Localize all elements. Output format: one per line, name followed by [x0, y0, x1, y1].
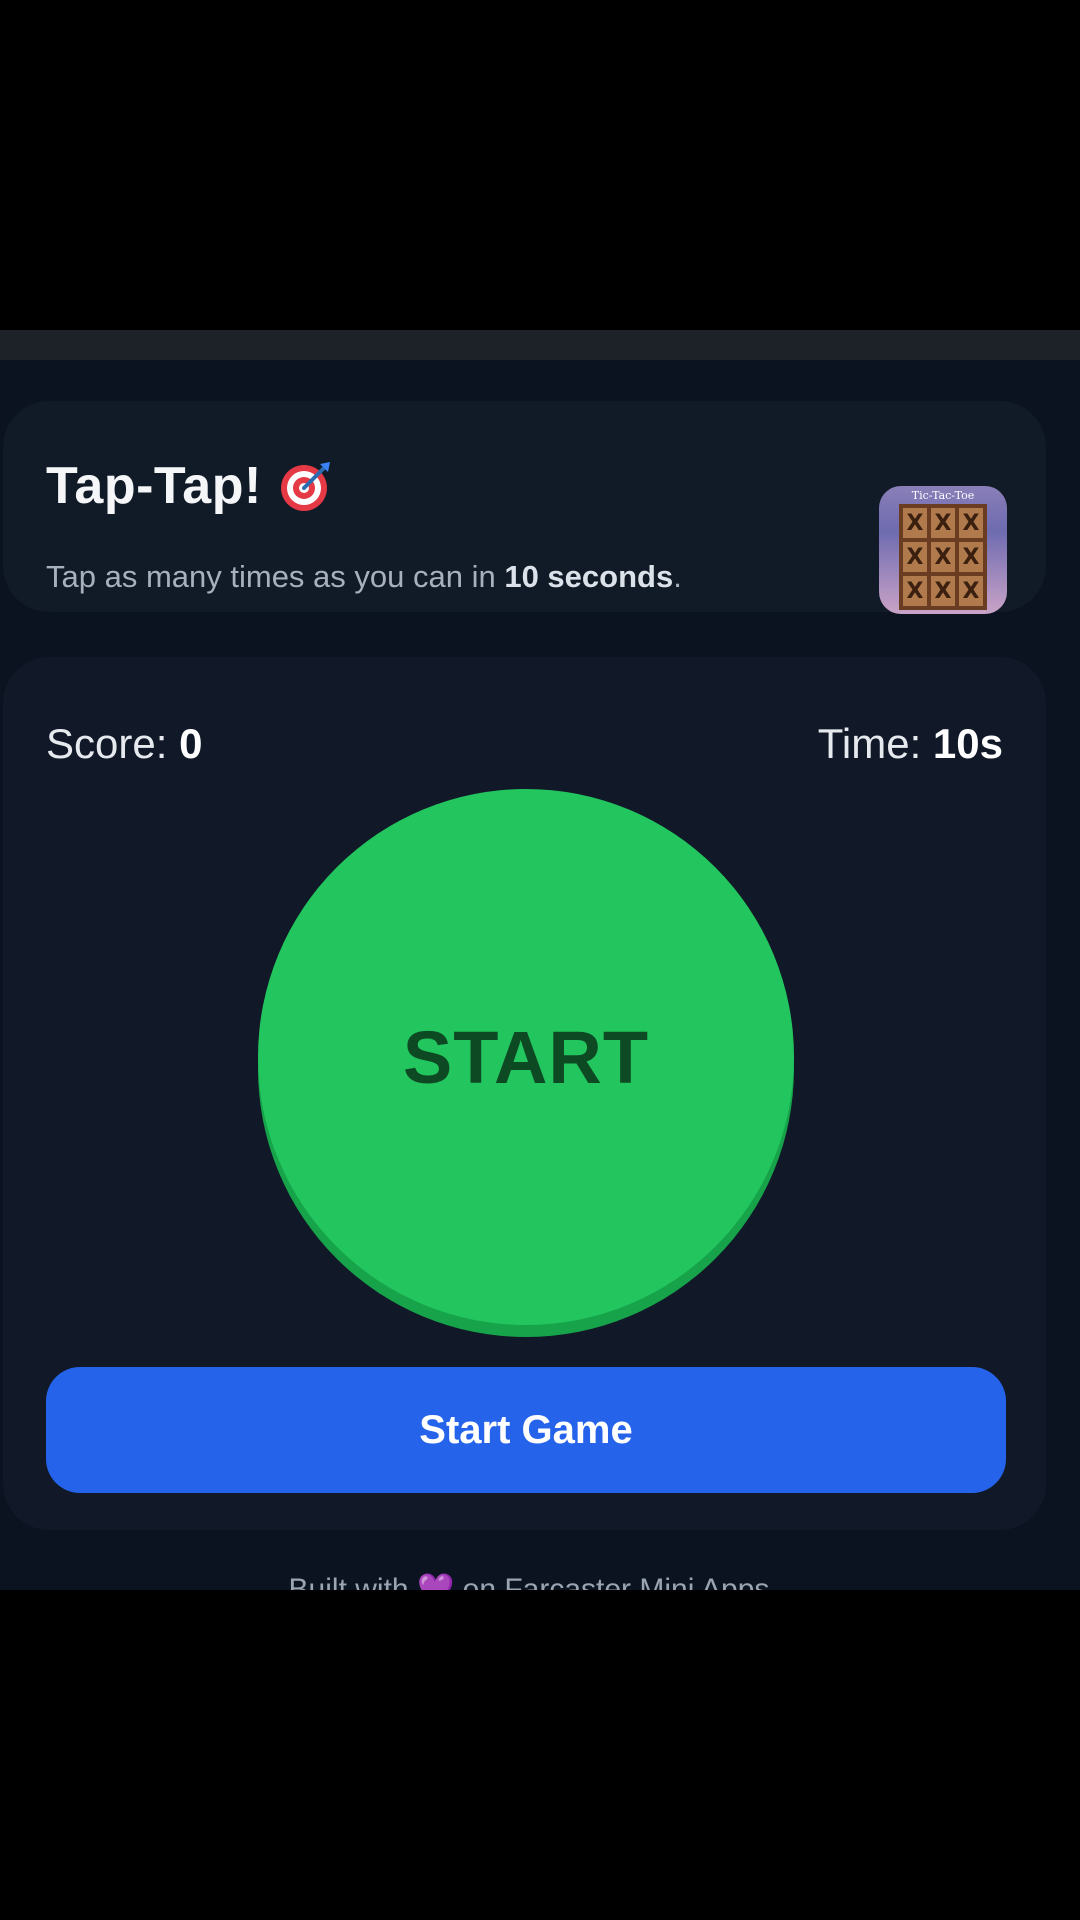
heart-icon: 💜 [416, 1573, 455, 1590]
app-icon-label: Tic-Tac-Toe [911, 489, 975, 502]
board-cell: X [931, 542, 955, 572]
footer: Built with 💜 on Farcaster Mini Apps [0, 1572, 1058, 1590]
subtitle-period: . [673, 559, 682, 594]
target-icon [280, 462, 330, 511]
app-area: Tap-Tap! Tap as many times as you can in… [0, 360, 1080, 1590]
tic-tac-toe-app-icon[interactable]: Tic-Tac-Toe X X X X X X X X X [879, 486, 1007, 614]
board-cell: X [959, 508, 983, 538]
header-card: Tap-Tap! Tap as many times as you can in… [3, 401, 1046, 614]
start-game-button[interactable]: Start Game [46, 1367, 1006, 1493]
subtitle-duration: 10 seconds [504, 559, 674, 594]
time-label: Time: [817, 720, 933, 767]
board-cell: X [903, 576, 927, 606]
tap-button-label: START [402, 1015, 650, 1099]
tap-button[interactable]: START [258, 789, 794, 1325]
bottom-black-bar [0, 1590, 1080, 1920]
board-cell: X [959, 576, 983, 606]
score-value: 0 [179, 720, 203, 767]
footer-prefix: Built with [288, 1573, 417, 1590]
subtitle: Tap as many times as you can in 10 secon… [46, 559, 682, 595]
page-title: Tap-Tap! [46, 457, 262, 515]
top-black-bar [0, 0, 1080, 330]
time-value: 10s [932, 720, 1003, 767]
board-cell: X [903, 508, 927, 538]
title-row: Tap-Tap! [46, 453, 334, 519]
score-label: Score: [46, 720, 180, 767]
footer-suffix: on Farcaster Mini Apps [454, 1573, 770, 1590]
board-cell: X [931, 508, 955, 538]
board-cell: X [903, 542, 927, 572]
board-cell: X [931, 576, 955, 606]
score-display: Score: 0 [46, 720, 202, 768]
subtitle-text: Tap as many times as you can in [46, 559, 505, 594]
app-icon-board: X X X X X X X X X [899, 504, 987, 610]
status-strip [0, 330, 1080, 360]
time-display: Time: 10s [818, 720, 1003, 768]
board-cell: X [959, 542, 983, 572]
game-card: Score: 0 Time: 10s START Start Game [3, 657, 1046, 1530]
